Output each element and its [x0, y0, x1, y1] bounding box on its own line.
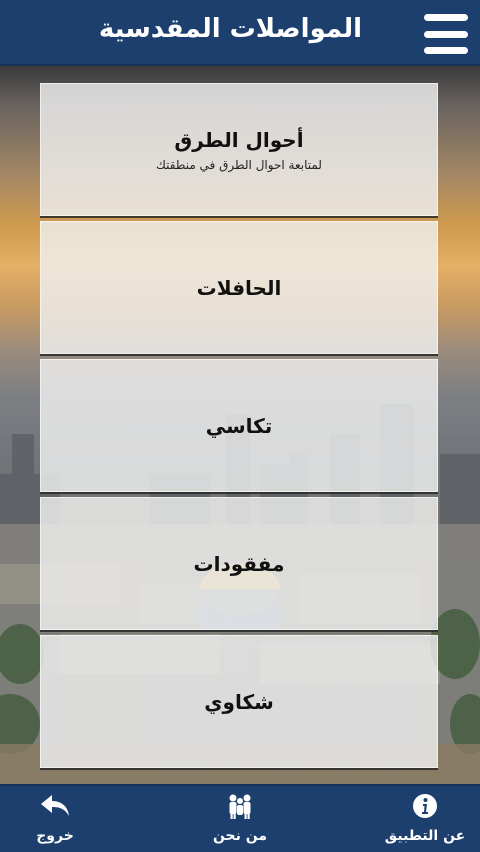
- menu-item-lost-found[interactable]: مفقودات: [40, 497, 438, 630]
- bottom-tab-bar: عن التطبيق من نحن خروج: [0, 784, 480, 852]
- tab-label: عن التطبيق: [384, 828, 466, 844]
- menu-item-title: تكاسي: [205, 413, 273, 438]
- app-title: المواصلات المقدسية: [98, 14, 362, 44]
- menu-item-title: مفقودات: [193, 551, 285, 576]
- tab-about-us[interactable]: من نحن: [185, 786, 295, 852]
- reply-arrow-icon: [40, 792, 70, 820]
- menu-item-taxis[interactable]: تكاسي: [40, 359, 438, 492]
- menu-item-buses[interactable]: الحافلات: [40, 221, 438, 354]
- menu-item-subtitle: لمتابعة احوال الطرق في منطقتك: [156, 157, 322, 172]
- people-icon: [223, 792, 257, 820]
- app-header: المواصلات المقدسية: [0, 0, 480, 66]
- menu-bar-line: [424, 14, 468, 21]
- menu-item-road-conditions[interactable]: أحوال الطرق لمتابعة احوال الطرق في منطقت…: [40, 83, 438, 216]
- menu-item-title: أحوال الطرق: [174, 127, 304, 152]
- menu-item-complaints[interactable]: شكاوي: [40, 635, 438, 768]
- menu-item-title: شكاوي: [204, 689, 274, 714]
- tab-exit[interactable]: خروج: [0, 786, 110, 852]
- menu-bar-line: [424, 30, 468, 38]
- hamburger-menu-icon[interactable]: [424, 14, 468, 54]
- tab-label: خروج: [36, 828, 74, 844]
- info-icon: [412, 792, 438, 820]
- tab-label: من نحن: [212, 828, 268, 844]
- menu-bar-line: [424, 47, 468, 54]
- tab-about-app[interactable]: عن التطبيق: [370, 786, 480, 852]
- menu-item-title: الحافلات: [196, 275, 282, 300]
